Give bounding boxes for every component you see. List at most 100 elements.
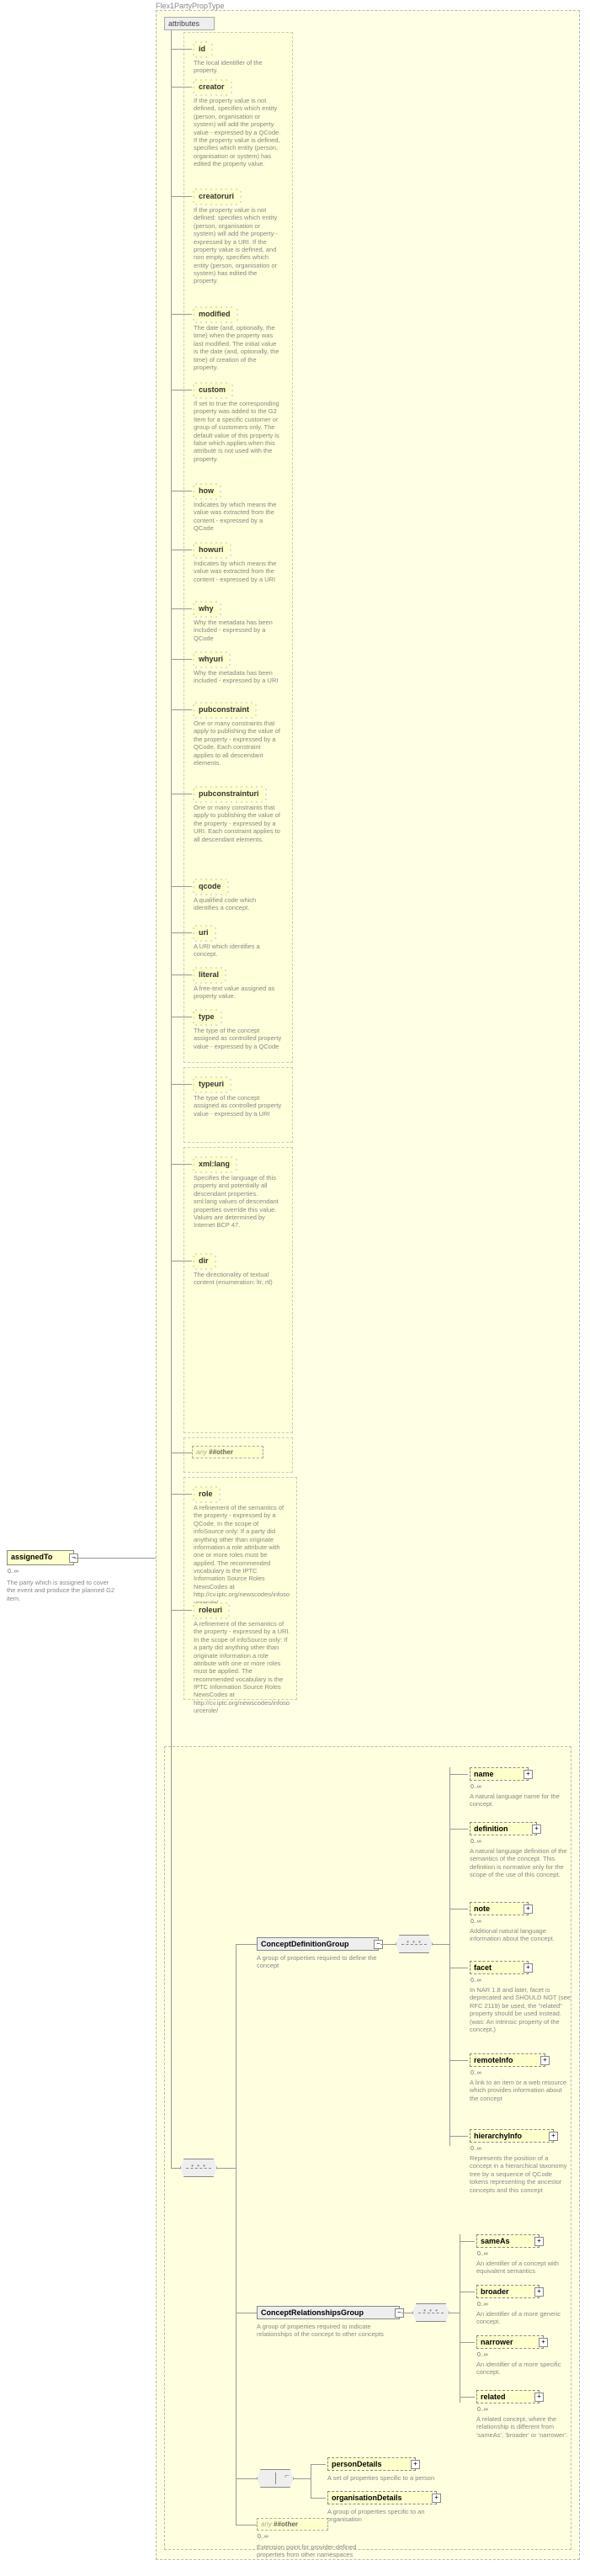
connector xyxy=(171,87,192,88)
attr-label: whyuri xyxy=(199,655,223,663)
sequence-compositor[interactable]: 0..∞ xyxy=(412,2303,449,2322)
connector xyxy=(449,1767,450,2146)
elem-note[interactable]: note + 0..∞ xyxy=(470,1902,529,1915)
plus-icon[interactable]: + xyxy=(540,2056,550,2065)
plus-icon[interactable]: + xyxy=(534,2287,544,2297)
attr-literal[interactable]: literal xyxy=(194,968,224,981)
connector xyxy=(171,709,192,710)
elem-label: note xyxy=(474,1904,490,1913)
card: 0..∞ xyxy=(477,2302,488,2308)
attr-doc: Why the metadata has been included - exp… xyxy=(194,669,282,685)
connector xyxy=(171,932,192,933)
elem-doc: Extension point for provider-defined pro… xyxy=(257,2543,375,2559)
group-label: ConceptRelationshipsGroup xyxy=(261,2308,364,2317)
elem-related[interactable]: related + 0..∞ xyxy=(476,2390,540,2403)
any-prefix: any xyxy=(261,2520,272,2528)
elem-name[interactable]: name + 0..∞ xyxy=(470,1767,529,1781)
attr-doc: The date (and, optionally, the time) whe… xyxy=(194,324,282,371)
attr-creator[interactable]: creator xyxy=(194,80,230,93)
choice-compositor[interactable]: 0..1 xyxy=(257,2469,294,2488)
elem-facet[interactable]: facet + 0..∞ xyxy=(470,1961,529,1974)
elem-sameas[interactable]: sameAs + 0..∞ xyxy=(476,2234,540,2248)
attr-label: how xyxy=(199,486,214,495)
attributes-header-label: attributes xyxy=(168,19,199,28)
attr-id[interactable]: id xyxy=(194,42,210,56)
connector xyxy=(171,314,192,315)
connector xyxy=(171,49,192,50)
attr-pubconstraint[interactable]: pubconstraint xyxy=(194,703,254,716)
attr-label: roleuri xyxy=(199,1606,222,1614)
elem-doc: A link to an item or a web resource whic… xyxy=(470,2079,571,2102)
connector xyxy=(171,659,192,660)
connector xyxy=(236,1944,257,1945)
attr-whyuri[interactable]: whyuri xyxy=(194,652,228,666)
attr-doc: One or many constraints that apply to pu… xyxy=(194,720,282,767)
elem-broader[interactable]: broader + 0..∞ xyxy=(476,2285,540,2298)
attr-typeuri[interactable]: typeuri xyxy=(194,1077,229,1091)
attr-creatoruri[interactable]: creatoruri xyxy=(194,189,239,203)
attr-doc: The local identifier of the property. xyxy=(194,59,282,75)
plus-icon[interactable]: + xyxy=(549,2132,558,2141)
plus-icon[interactable]: + xyxy=(524,1770,533,1779)
elem-remoteinfo[interactable]: remoteInfo + 0..∞ xyxy=(470,2053,545,2067)
plus-icon[interactable]: + xyxy=(432,2494,441,2503)
plus-icon[interactable]: + xyxy=(411,2460,420,2469)
any-name: ##other xyxy=(274,2520,298,2528)
attr-howuri[interactable]: howuri xyxy=(194,543,229,556)
attr-dir[interactable]: dir xyxy=(194,1254,214,1267)
card: 0..∞ xyxy=(470,1919,481,1925)
elem-narrower[interactable]: narrower + 0..∞ xyxy=(476,2335,544,2349)
attr-modified[interactable]: modified xyxy=(194,307,236,321)
elem-any-other[interactable]: any ##other 0..∞ xyxy=(257,2518,328,2531)
connector xyxy=(311,2498,326,2499)
attr-doc: Indicates by which means the value was e… xyxy=(194,501,282,533)
attr-doc: The type of the concept assigned as cont… xyxy=(194,1027,282,1050)
attr-role[interactable]: role xyxy=(194,1487,218,1500)
connector xyxy=(311,2464,326,2465)
attr-doc: A free-text value assigned as property v… xyxy=(194,985,282,1001)
connector xyxy=(171,1494,192,1495)
root-doc: The party which is assigned to cover the… xyxy=(7,1579,116,1602)
connector xyxy=(236,2525,257,2526)
any-name: ##other xyxy=(209,1448,233,1456)
elem-doc: Additional natural language information … xyxy=(470,1927,571,1943)
elem-definition[interactable]: definition + 0..∞ xyxy=(470,1822,537,1835)
attr-type[interactable]: type xyxy=(194,1010,220,1023)
plus-icon[interactable]: + xyxy=(532,1824,541,1834)
plus-icon[interactable]: + xyxy=(539,2338,548,2347)
attr-label: xml:lang xyxy=(199,1160,230,1168)
plus-icon[interactable]: + xyxy=(524,1963,533,1973)
card: 0..∞ xyxy=(477,2251,488,2257)
elem-label: facet xyxy=(474,1963,492,1972)
root-element-box[interactable]: assignedTo − 0..∞ xyxy=(7,1550,74,1565)
attr-any-other[interactable]: any ##other xyxy=(192,1446,263,1458)
attr-roleuri[interactable]: roleuri xyxy=(194,1603,227,1617)
attr-custom[interactable]: custom xyxy=(194,383,231,396)
concept-relationships-group[interactable]: ConceptRelationshipsGroup − xyxy=(257,2306,400,2319)
connector xyxy=(171,2168,180,2169)
attr-label: creatoruri xyxy=(199,192,234,200)
attributes-header[interactable]: attributes xyxy=(164,17,215,30)
plus-icon[interactable]: + xyxy=(534,2393,544,2402)
elem-label: remoteInfo xyxy=(474,2056,513,2064)
elem-persondetails[interactable]: personDetails + xyxy=(327,2457,416,2471)
attr-why[interactable]: why xyxy=(194,602,219,615)
group-label: ConceptDefinitionGroup xyxy=(261,1940,349,1948)
elem-organisationdetails[interactable]: organisationDetails + xyxy=(327,2491,437,2504)
connector xyxy=(449,1774,468,1775)
group-doc: A group of properties required to define… xyxy=(257,1954,379,1970)
connector xyxy=(171,1164,192,1165)
attr-xml-lang[interactable]: xml:lang xyxy=(194,1157,235,1171)
card: 0..∞ xyxy=(477,2407,488,2413)
concept-definition-group[interactable]: ConceptDefinitionGroup − xyxy=(257,1937,379,1951)
attr-pubconstrainturi[interactable]: pubconstrainturi xyxy=(194,787,264,800)
sequence-compositor[interactable]: 0..∞ xyxy=(396,1935,433,1953)
attr-how[interactable]: how xyxy=(194,484,219,497)
attr-label: qcode xyxy=(199,882,221,890)
attr-qcode[interactable]: qcode xyxy=(194,879,226,893)
plus-icon[interactable]: + xyxy=(534,2237,544,2246)
sequence-compositor[interactable] xyxy=(180,2159,217,2177)
elem-hierarchyinfo[interactable]: hierarchyInfo + 0..∞ xyxy=(470,2129,554,2143)
attr-uri[interactable]: uri xyxy=(194,926,214,939)
plus-icon[interactable]: + xyxy=(524,1904,533,1914)
